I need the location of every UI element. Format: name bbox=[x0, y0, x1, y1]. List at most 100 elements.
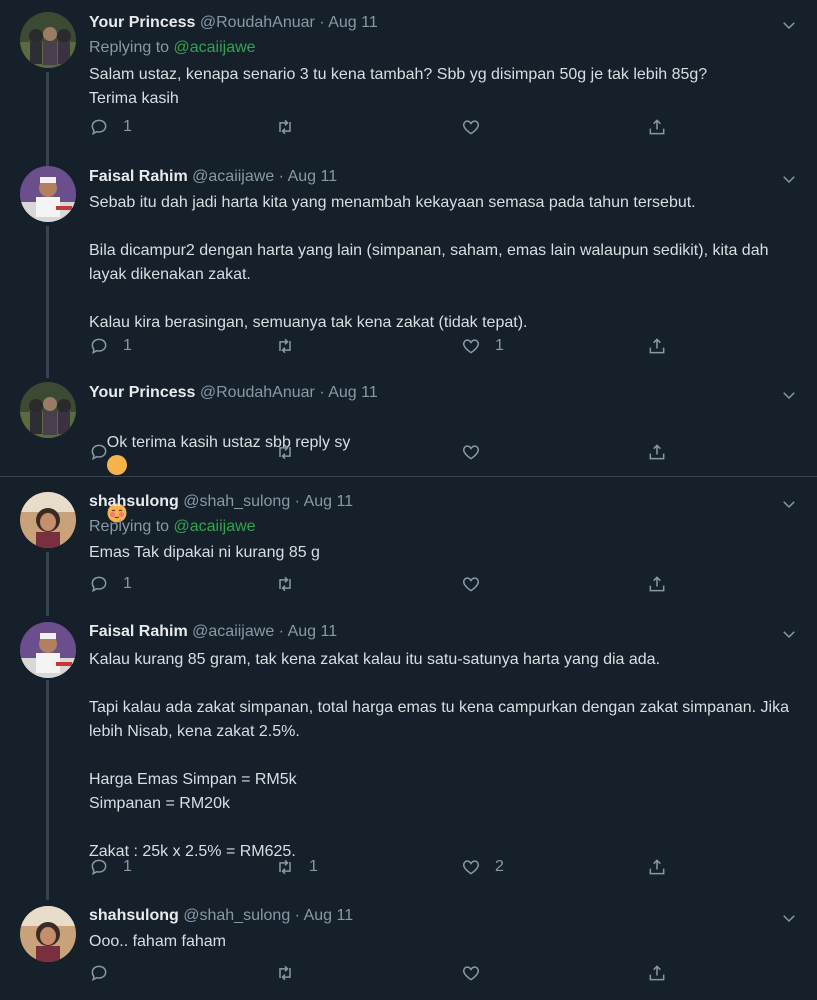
tweet[interactable]: Faisal Rahim @acaiijawe · Aug 11 Sebab i… bbox=[0, 160, 817, 378]
display-name[interactable]: Your Princess bbox=[89, 384, 195, 401]
heart-icon bbox=[462, 966, 480, 981]
handle[interactable]: @RoudahAnuar bbox=[200, 384, 315, 401]
tweet-text: Sebab itu dah jadi harta kita yang menam… bbox=[89, 194, 769, 331]
avatar[interactable] bbox=[20, 906, 76, 962]
tweet[interactable]: Your Princess @RoudahAnuar · Aug 11 Repl… bbox=[0, 0, 817, 160]
retweet-button[interactable] bbox=[275, 336, 309, 356]
retweet-button[interactable] bbox=[275, 117, 309, 137]
heart-icon bbox=[462, 339, 480, 354]
display-name[interactable]: Faisal Rahim bbox=[89, 623, 188, 640]
tweet-header: Your Princess @RoudahAnuar · Aug 11 bbox=[89, 384, 378, 401]
avatar[interactable] bbox=[20, 492, 76, 548]
share-icon bbox=[649, 119, 665, 135]
reply-button[interactable] bbox=[89, 963, 123, 983]
handle[interactable]: @shah_sulong bbox=[183, 907, 290, 924]
reply-button[interactable]: 1 bbox=[89, 336, 132, 356]
share-button[interactable] bbox=[647, 336, 667, 356]
handle[interactable]: @acaiijawe bbox=[192, 168, 274, 185]
replying-to: Replying to @acaiijawe bbox=[89, 39, 256, 57]
reply-button[interactable]: 1 bbox=[89, 574, 132, 594]
reply-button[interactable]: 1 bbox=[89, 857, 132, 877]
tweet[interactable]: shahsulong @shah_sulong · Aug 11 Ooo.. f… bbox=[0, 900, 817, 1000]
avatar[interactable] bbox=[20, 622, 76, 678]
retweet-icon bbox=[279, 444, 291, 460]
tweet-header: Your Princess @RoudahAnuar · Aug 11 bbox=[89, 14, 378, 31]
chevron-down-icon[interactable] bbox=[780, 495, 798, 513]
retweet-button[interactable] bbox=[275, 442, 309, 462]
timestamp[interactable]: Aug 11 bbox=[288, 168, 338, 185]
reply-icon bbox=[91, 444, 107, 461]
avatar[interactable] bbox=[20, 12, 76, 68]
tweet-header: shahsulong @shah_sulong · Aug 11 bbox=[89, 907, 354, 924]
reply-icon bbox=[91, 965, 107, 982]
handle[interactable]: @acaiijawe bbox=[192, 623, 274, 640]
timestamp[interactable]: Aug 11 bbox=[288, 623, 338, 640]
replying-to-handle[interactable]: @acaiijawe bbox=[174, 518, 256, 535]
like-count: 1 bbox=[495, 337, 504, 354]
replying-to-handle[interactable]: @acaiijawe bbox=[174, 39, 256, 56]
display-name[interactable]: Your Princess bbox=[89, 14, 195, 31]
timestamp[interactable]: Aug 11 bbox=[304, 493, 354, 510]
share-icon bbox=[649, 444, 665, 460]
share-button[interactable] bbox=[647, 442, 667, 462]
like-button[interactable] bbox=[461, 442, 495, 462]
chevron-down-icon[interactable] bbox=[780, 170, 798, 188]
tweet[interactable]: shahsulong @shah_sulong · Aug 11 Replyin… bbox=[0, 477, 817, 617]
retweet-button[interactable]: 1 bbox=[275, 857, 318, 877]
share-button[interactable] bbox=[647, 857, 667, 877]
share-button[interactable] bbox=[647, 574, 667, 594]
like-button[interactable]: 2 bbox=[461, 857, 504, 877]
replying-to-label: Replying to bbox=[89, 39, 170, 56]
timestamp[interactable]: Aug 11 bbox=[328, 14, 378, 31]
tweet-header: shahsulong @shah_sulong · Aug 11 bbox=[89, 493, 354, 510]
avatar[interactable] bbox=[20, 166, 76, 222]
retweet-button[interactable] bbox=[275, 963, 309, 983]
avatar[interactable] bbox=[20, 382, 76, 438]
retweet-count: 1 bbox=[309, 858, 318, 875]
retweet-icon bbox=[279, 119, 291, 135]
tweet-actions: 1 1 2 bbox=[0, 857, 817, 883]
replying-to-label: Replying to bbox=[89, 518, 170, 535]
like-button[interactable] bbox=[461, 574, 495, 594]
tweet[interactable]: Your Princess @RoudahAnuar · Aug 11 Ok t… bbox=[0, 378, 817, 523]
like-button[interactable] bbox=[461, 963, 495, 983]
chevron-down-icon[interactable] bbox=[780, 16, 798, 34]
tweet-text: Emas Tak dipakai ni kurang 85 g bbox=[89, 544, 320, 561]
display-name[interactable]: Faisal Rahim bbox=[89, 168, 188, 185]
display-name[interactable]: shahsulong bbox=[89, 493, 179, 510]
reply-icon bbox=[91, 338, 107, 355]
like-button[interactable]: 1 bbox=[461, 336, 504, 356]
timestamp[interactable]: Aug 11 bbox=[304, 907, 354, 924]
timestamp[interactable]: Aug 11 bbox=[328, 384, 378, 401]
replying-to: Replying to @acaiijawe bbox=[89, 518, 256, 536]
share-button[interactable] bbox=[647, 963, 667, 983]
reply-icon bbox=[91, 119, 107, 136]
handle[interactable]: @RoudahAnuar bbox=[200, 14, 315, 31]
chevron-down-icon[interactable] bbox=[780, 909, 798, 927]
chevron-down-icon[interactable] bbox=[780, 386, 798, 404]
chevron-down-icon[interactable] bbox=[780, 625, 798, 643]
heart-icon bbox=[462, 860, 480, 875]
tweet[interactable]: Faisal Rahim @acaiijawe · Aug 11 Kalau k… bbox=[0, 617, 817, 900]
tweet-actions: 1 1 bbox=[0, 336, 817, 362]
display-name[interactable]: shahsulong bbox=[89, 907, 179, 924]
heart-icon bbox=[462, 445, 480, 460]
handle[interactable]: @shah_sulong bbox=[183, 493, 290, 510]
share-icon bbox=[649, 965, 665, 981]
reply-button[interactable]: 1 bbox=[89, 117, 132, 137]
reply-button[interactable] bbox=[89, 442, 123, 462]
share-button[interactable] bbox=[647, 117, 667, 137]
reply-count: 1 bbox=[123, 337, 132, 354]
reply-count: 1 bbox=[123, 118, 132, 135]
retweet-button[interactable] bbox=[275, 574, 309, 594]
tweet-actions: 1 bbox=[0, 574, 817, 600]
like-button[interactable] bbox=[461, 117, 495, 137]
tweet-header: Faisal Rahim @acaiijawe · Aug 11 bbox=[89, 168, 338, 185]
tweet-text: Salam ustaz, kenapa senario 3 tu kena ta… bbox=[89, 66, 708, 107]
retweet-icon bbox=[279, 965, 291, 981]
reply-count: 1 bbox=[123, 858, 132, 875]
tweet-header: Faisal Rahim @acaiijawe · Aug 11 bbox=[89, 623, 338, 640]
retweet-icon bbox=[279, 338, 291, 354]
retweet-icon bbox=[279, 576, 291, 592]
heart-icon bbox=[462, 577, 480, 592]
